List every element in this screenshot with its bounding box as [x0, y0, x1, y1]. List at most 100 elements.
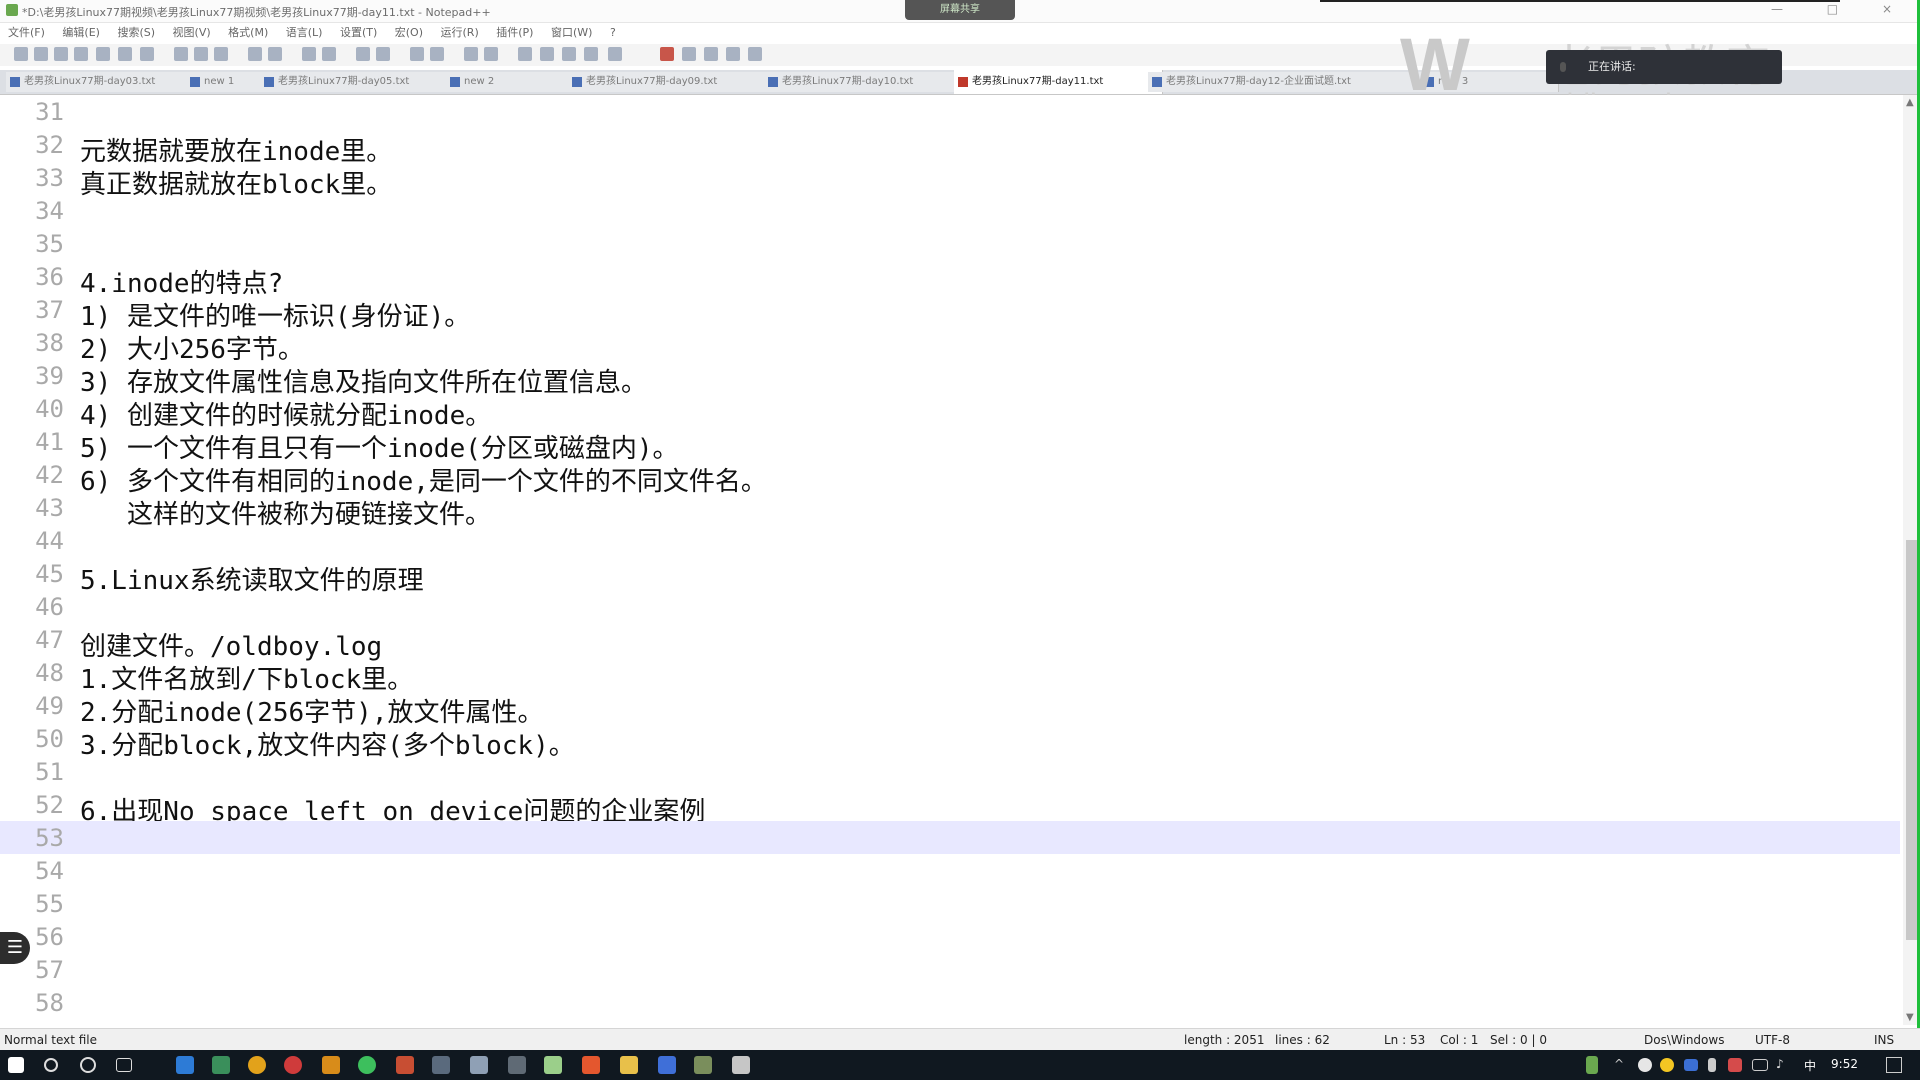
sync-scroll-icon[interactable]	[410, 47, 424, 61]
stop-macro-icon[interactable]	[682, 47, 696, 61]
save-icon[interactable]	[54, 47, 68, 61]
menu-edit[interactable]: 编辑(E)	[62, 24, 100, 42]
tab-day05[interactable]: 老男孩Linux77期-day05.txt	[260, 72, 461, 92]
paste-icon[interactable]	[214, 47, 228, 61]
app-red-icon[interactable]	[284, 1056, 302, 1074]
editor-line: 39 3) 存放文件属性信息及指向文件所在位置信息。	[0, 359, 1900, 398]
status-encoding[interactable]: UTF-8	[1755, 1029, 1790, 1051]
file-explorer-icon[interactable]	[620, 1056, 638, 1074]
input-method-indicator[interactable]: 中	[1804, 1057, 1816, 1074]
editor-line: 32 元数据就要放在inode里。	[0, 128, 1900, 167]
tray-yellow-icon[interactable]	[1660, 1058, 1674, 1072]
tray-blue-icon[interactable]	[1684, 1059, 1698, 1071]
find-icon[interactable]	[302, 47, 316, 61]
line-number: 48	[35, 659, 64, 687]
maximize-button[interactable]: □	[1827, 2, 1858, 16]
tray-mic-icon[interactable]	[1708, 1058, 1716, 1072]
tray-shield-icon[interactable]	[1728, 1058, 1742, 1072]
copy-icon[interactable]	[194, 47, 208, 61]
app-blue-icon[interactable]	[658, 1056, 676, 1074]
file-icon	[958, 77, 968, 87]
doc-map-icon[interactable]	[540, 47, 554, 61]
terminal-icon[interactable]	[432, 1056, 450, 1074]
open-file-icon[interactable]	[34, 47, 48, 61]
undo-icon[interactable]	[248, 47, 262, 61]
tab-day10[interactable]: 老男孩Linux77期-day10.txt	[764, 72, 969, 92]
menu-run[interactable]: 运行(R)	[441, 24, 479, 42]
menu-view[interactable]: 视图(V)	[173, 24, 211, 42]
tray-app-icon[interactable]	[1638, 1058, 1652, 1072]
eye-icon[interactable]	[608, 47, 622, 61]
menu-plugins[interactable]: 插件(P)	[496, 24, 533, 42]
status-eol[interactable]: Dos\Windows	[1644, 1029, 1724, 1051]
print-icon[interactable]	[140, 47, 154, 61]
network-icon[interactable]	[1752, 1059, 1768, 1071]
app-chat-icon[interactable]	[508, 1056, 526, 1074]
tab-day03[interactable]: 老男孩Linux77期-day03.txt	[6, 72, 201, 92]
app-active-icon[interactable]	[582, 1056, 600, 1074]
menu-settings[interactable]: 设置(T)	[340, 24, 377, 42]
tab-new-2[interactable]: new 2	[446, 72, 583, 92]
app-orange-icon[interactable]	[322, 1056, 340, 1074]
menu-format[interactable]: 格式(M)	[228, 24, 268, 42]
save-all-icon[interactable]	[74, 47, 88, 61]
chrome-icon[interactable]	[248, 1056, 266, 1074]
menu-macro[interactable]: 宏(O)	[395, 24, 423, 42]
menu-help[interactable]: ?	[610, 24, 616, 42]
function-list-icon[interactable]	[518, 47, 532, 61]
monitoring-icon[interactable]	[584, 47, 598, 61]
minimize-button[interactable]: —	[1771, 2, 1803, 16]
folder-workspace-icon[interactable]	[562, 47, 576, 61]
save-macro-icon[interactable]	[748, 47, 762, 61]
app-gray-icon[interactable]	[732, 1056, 750, 1074]
replace-icon[interactable]	[322, 47, 336, 61]
text-editor[interactable]: 31 32 元数据就要放在inode里。 33 真正数据就放在block里。 34 …	[0, 95, 1920, 1025]
app-tool-icon[interactable]	[212, 1056, 230, 1074]
scrollbar-thumb[interactable]	[1906, 540, 1917, 940]
editor-line: 58	[0, 986, 1900, 1019]
menu-search[interactable]: 搜索(S)	[117, 24, 155, 42]
app-doc-icon[interactable]	[470, 1056, 488, 1074]
menu-window[interactable]: 窗口(W)	[551, 24, 592, 42]
app-person-icon[interactable]	[396, 1056, 414, 1074]
menu-file[interactable]: 文件(F)	[8, 24, 45, 42]
screen-share-indicator[interactable]: 屏幕共享	[905, 0, 1015, 20]
notepad-plus-taskbar-icon[interactable]	[544, 1056, 562, 1074]
zoom-in-icon[interactable]	[356, 47, 370, 61]
window-controls[interactable]: — □ ×	[1771, 2, 1912, 16]
word-wrap-icon[interactable]	[430, 47, 444, 61]
volume-icon[interactable]: ♪	[1776, 1057, 1794, 1075]
run-macro-multiple-icon[interactable]	[726, 47, 740, 61]
play-macro-icon[interactable]	[704, 47, 718, 61]
notification-icon[interactable]	[1886, 1057, 1902, 1073]
tray-battery-icon[interactable]	[1586, 1056, 1598, 1074]
show-all-chars-icon[interactable]	[464, 47, 478, 61]
app-mail-icon[interactable]	[176, 1056, 194, 1074]
new-file-icon[interactable]	[14, 47, 28, 61]
cortana-icon[interactable]	[80, 1057, 96, 1073]
task-view-icon[interactable]	[116, 1058, 132, 1072]
close-file-icon[interactable]	[96, 47, 110, 61]
app-green-icon[interactable]	[694, 1056, 712, 1074]
windows-start-icon[interactable]	[8, 1057, 24, 1073]
zoom-out-icon[interactable]	[376, 47, 390, 61]
indent-guide-icon[interactable]	[484, 47, 498, 61]
line-number: 53	[35, 824, 64, 852]
wechat-icon[interactable]	[358, 1056, 376, 1074]
search-icon[interactable]	[44, 1058, 58, 1072]
scroll-up-icon[interactable]: ▲	[1906, 97, 1914, 108]
close-button[interactable]: ×	[1882, 2, 1912, 16]
redo-icon[interactable]	[268, 47, 282, 61]
menu-language[interactable]: 语言(L)	[286, 24, 323, 42]
tab-new-3[interactable]: new 3	[1420, 72, 1559, 92]
close-all-icon[interactable]	[118, 47, 132, 61]
tab-day12[interactable]: 老男孩Linux77期-day12-企业面试题.txt	[1148, 72, 1435, 92]
scroll-down-icon[interactable]: ▼	[1906, 1012, 1914, 1023]
tray-chevron-up-icon[interactable]: ^	[1614, 1057, 1632, 1075]
taskbar-clock[interactable]: 9:52	[1831, 1057, 1858, 1071]
status-insert-mode[interactable]: INS	[1874, 1029, 1894, 1051]
tab-day09[interactable]: 老男孩Linux77期-day09.txt	[568, 72, 779, 92]
record-macro-icon[interactable]	[660, 47, 674, 61]
tab-day11-active[interactable]: 老男孩Linux77期-day11.txt ☒	[954, 70, 1163, 94]
cut-icon[interactable]	[174, 47, 188, 61]
